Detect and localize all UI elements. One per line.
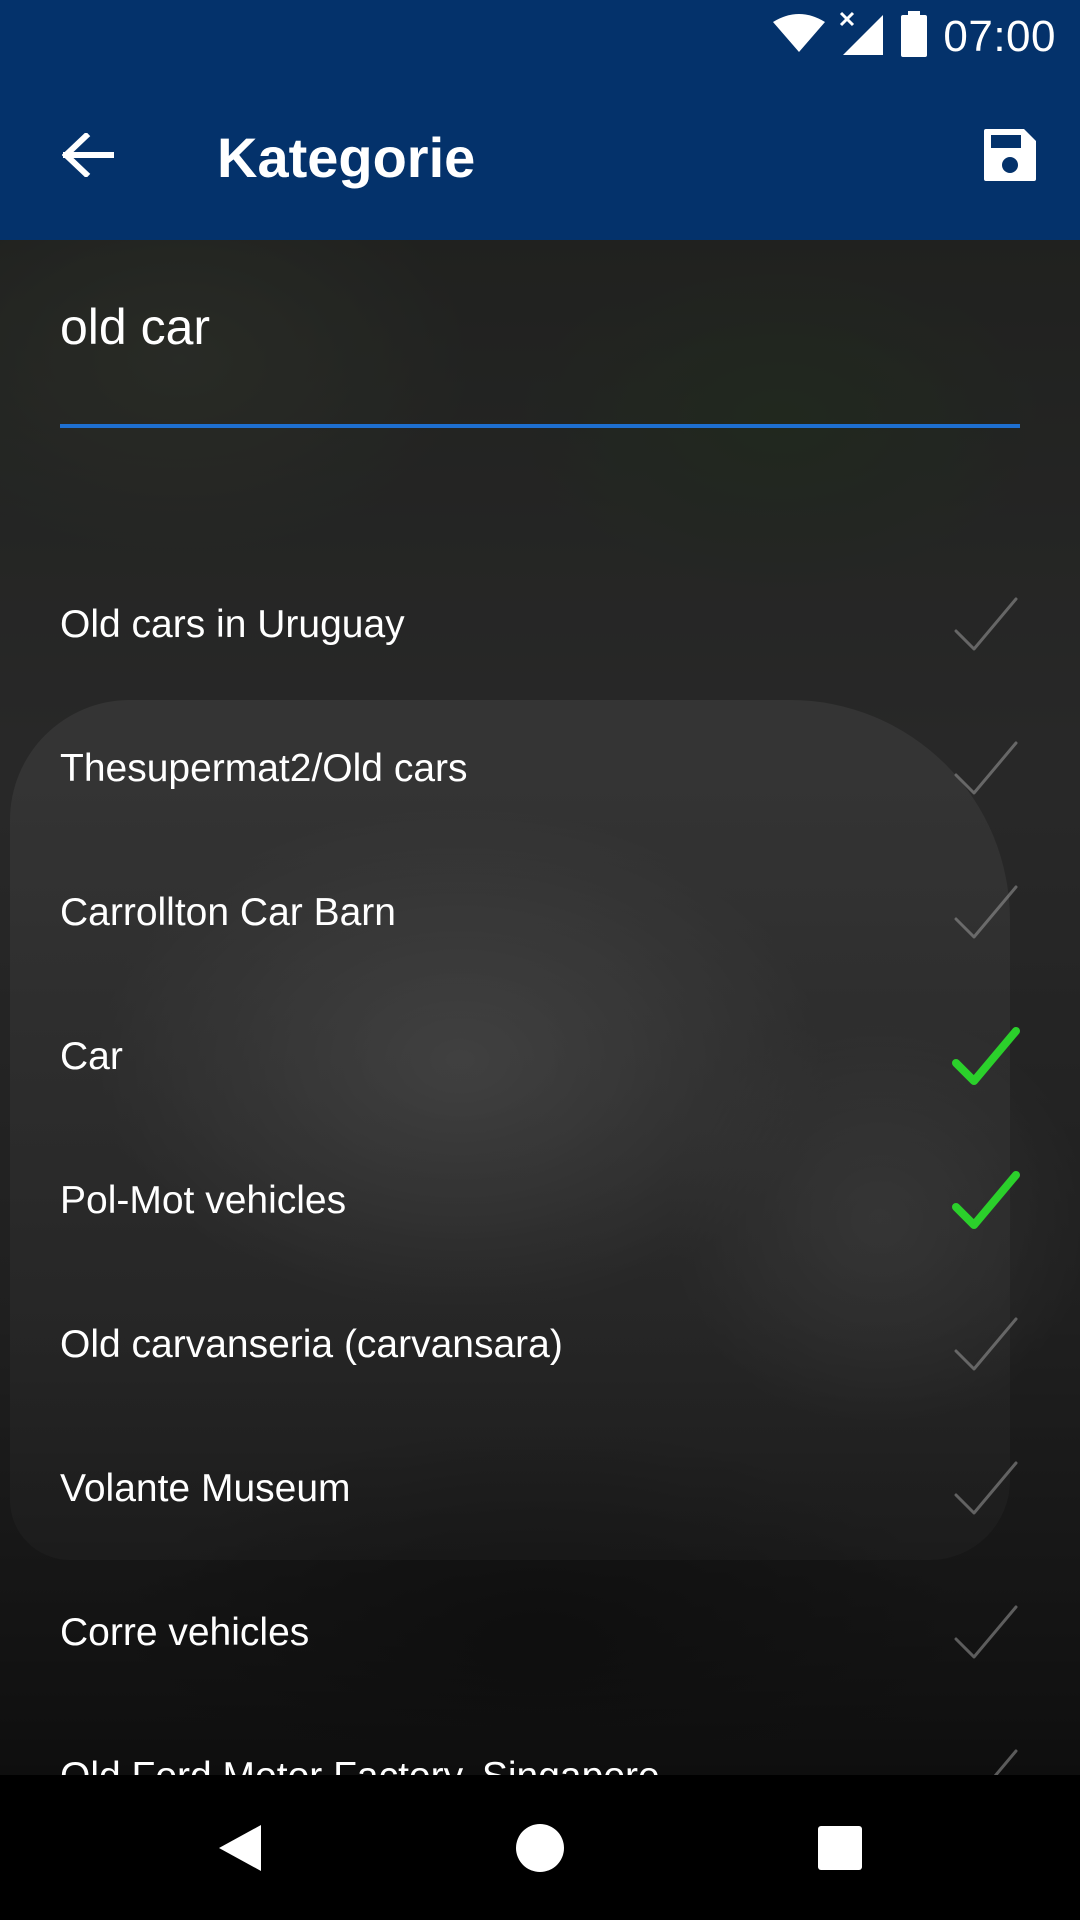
category-label: Corre vehicles (60, 1611, 310, 1654)
category-item[interactable]: Volante Museum (0, 1417, 1080, 1561)
recents-square-icon (817, 1825, 863, 1876)
search-input[interactable] (60, 292, 1020, 362)
category-label: Pol-Mot vehicles (60, 1179, 347, 1222)
checkmark-icon[interactable] (952, 1599, 1020, 1667)
status-time: 07:00 (943, 11, 1056, 61)
checkmark-icon[interactable] (952, 1167, 1020, 1235)
back-button[interactable] (48, 117, 128, 197)
checkmark-icon[interactable] (952, 591, 1020, 659)
nav-recents-button[interactable] (805, 1815, 875, 1885)
category-item[interactable]: Old Ford Motor Factory, Singapore (0, 1705, 1080, 1775)
battery-icon (899, 11, 929, 62)
wifi-icon (773, 14, 826, 59)
navigation-bar (0, 1775, 1080, 1920)
category-label: Old cars in Uruguay (60, 603, 405, 646)
back-triangle-icon (217, 1823, 263, 1878)
category-item[interactable]: Pol-Mot vehicles (0, 1129, 1080, 1273)
search-field[interactable] (60, 292, 1020, 428)
category-item[interactable]: Thesupermat2/Old cars (0, 697, 1080, 841)
category-label: Old carvanseria (carvansara) (60, 1323, 563, 1366)
category-item[interactable]: Old carvanseria (carvansara) (0, 1273, 1080, 1417)
category-item[interactable]: Corre vehicles (0, 1561, 1080, 1705)
signal-no-service-icon (839, 11, 885, 62)
app-bar: Kategorie (0, 73, 1080, 240)
category-label: Carrollton Car Barn (60, 891, 396, 934)
checkmark-icon[interactable] (952, 1743, 1020, 1775)
home-circle-icon (515, 1823, 565, 1878)
nav-home-button[interactable] (505, 1815, 575, 1885)
category-item[interactable]: Old cars in Uruguay (0, 553, 1080, 697)
search-underline (60, 424, 1020, 428)
checkmark-icon[interactable] (952, 1023, 1020, 1091)
category-label: Car (60, 1035, 123, 1078)
content-area: Old cars in Uruguay Thesupermat2/Old cars… (0, 240, 1080, 1775)
arrow-left-icon (61, 131, 115, 182)
category-label: Thesupermat2/Old cars (60, 747, 468, 790)
category-item[interactable]: Car (0, 985, 1080, 1129)
checkmark-icon[interactable] (952, 735, 1020, 803)
nav-back-button[interactable] (205, 1815, 275, 1885)
save-floppy-icon (982, 127, 1038, 188)
status-icons: 07:00 (773, 0, 1056, 73)
save-button[interactable] (970, 117, 1050, 197)
checkmark-icon[interactable] (952, 1311, 1020, 1379)
checkmark-icon[interactable] (952, 879, 1020, 947)
category-label: Volante Museum (60, 1467, 351, 1510)
category-label: Old Ford Motor Factory, Singapore (60, 1755, 660, 1775)
page-title: Kategorie (217, 126, 476, 189)
checkmark-icon[interactable] (952, 1455, 1020, 1523)
category-item[interactable]: Carrollton Car Barn (0, 841, 1080, 985)
status-bar: 07:00 (0, 0, 1080, 73)
